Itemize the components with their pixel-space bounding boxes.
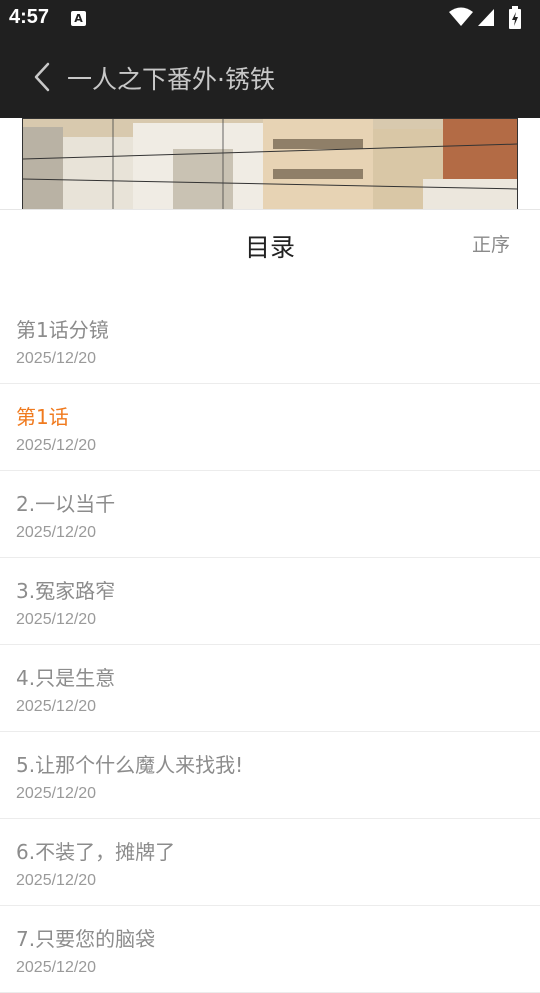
status-bar: 4:57 A — [0, 0, 540, 36]
chapter-item[interactable]: 第1话 2025/12/20 — [0, 384, 540, 471]
signal-icon — [478, 9, 494, 26]
chapter-date: 2025/12/20 — [16, 437, 97, 454]
sort-order-button[interactable]: 正序 — [472, 230, 510, 257]
chapter-date: 2025/12/20 — [16, 785, 97, 802]
chevron-left-icon — [34, 62, 50, 92]
chapter-item[interactable]: 第1话分镜 2025/12/20 — [0, 297, 540, 384]
cover-area — [0, 118, 540, 210]
app-title: 一人之下番外·锈铁 — [67, 65, 275, 94]
chapter-name: 第1话分镜 — [16, 318, 109, 342]
chapter-date: 2025/12/20 — [16, 872, 97, 889]
a-notification-icon: A — [71, 11, 86, 26]
chapter-date: 2025/12/20 — [16, 959, 97, 976]
chapter-name: 7.只要您的脑袋 — [16, 927, 156, 951]
chapter-date: 2025/12/20 — [16, 698, 97, 715]
chapter-name: 6.不装了，摊牌了 — [16, 840, 176, 864]
chapter-sheet: 目录 正序 第1话分镜 2025/12/20 第1话 2025/12/20 2.一以当千… — [0, 209, 540, 993]
wifi-icon — [449, 7, 473, 26]
sheet-title: 目录 — [244, 233, 295, 262]
chapter-item[interactable]: 3.冤家路窄 2025/12/20 — [0, 558, 540, 645]
chapter-name: 5.让那个什么魔人来找我! — [16, 753, 244, 777]
chapter-item[interactable]: 2.一以当千 2025/12/20 — [0, 471, 540, 558]
cover-image — [22, 118, 518, 210]
chapter-date: 2025/12/20 — [16, 524, 97, 541]
chapter-name: 3.冤家路窄 — [16, 579, 116, 603]
chapter-name: 2.一以当千 — [16, 492, 116, 516]
chapter-name: 第1话 — [16, 405, 69, 429]
app-bar: 一人之下番外·锈铁 — [0, 36, 540, 118]
chapter-date: 2025/12/20 — [16, 350, 97, 367]
chapter-item[interactable]: 5.让那个什么魔人来找我! 2025/12/20 — [0, 732, 540, 819]
chapter-item[interactable]: 6.不装了，摊牌了 2025/12/20 — [0, 819, 540, 906]
status-time: 4:57 — [9, 6, 50, 28]
battery-charging-icon — [509, 6, 521, 29]
chapter-list: 第1话分镜 2025/12/20 第1话 2025/12/20 2.一以当千 2025/1… — [0, 297, 540, 993]
chapter-item[interactable]: 4.只是生意 2025/12/20 — [0, 645, 540, 732]
chapter-date: 2025/12/20 — [16, 611, 97, 628]
back-button[interactable] — [22, 56, 62, 98]
chapter-name: 4.只是生意 — [16, 666, 116, 690]
chapter-item[interactable]: 7.只要您的脑袋 2025/12/20 — [0, 906, 540, 993]
